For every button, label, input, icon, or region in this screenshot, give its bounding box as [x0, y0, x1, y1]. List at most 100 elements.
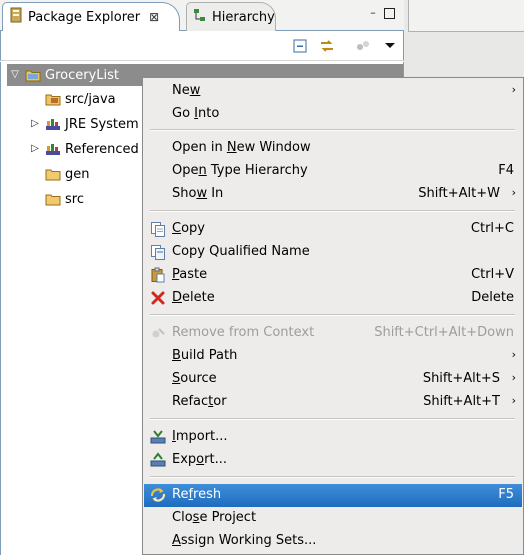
menu-item-label: Open in New Window — [172, 140, 311, 155]
submenu-arrow-icon: › — [511, 394, 516, 407]
library-icon — [45, 141, 61, 157]
menu-item-label: Build Path — [172, 348, 238, 363]
menu-separator — [150, 129, 515, 131]
link-with-editor-icon[interactable] — [319, 38, 335, 54]
menu-item-label: Assign Working Sets... — [172, 533, 317, 548]
menu-item-go-into[interactable]: Go Into — [144, 103, 522, 126]
menu-item-paste[interactable]: Paste Ctrl+V — [144, 264, 522, 287]
menu-separator — [150, 476, 515, 478]
tree-item-label: src — [65, 191, 84, 207]
tree-item-src-java[interactable]: src/java — [31, 88, 116, 110]
collapse-all-icon[interactable] — [292, 38, 308, 54]
submenu-arrow-icon: › — [511, 348, 516, 361]
editor-tab-area — [408, 0, 524, 32]
menu-item-label: Export... — [172, 452, 227, 467]
menu-item-label: Go Into — [172, 106, 220, 121]
tree-item-label: gen — [65, 166, 90, 182]
remove-context-icon — [150, 325, 166, 341]
source-folder-icon — [45, 91, 61, 107]
menu-separator — [150, 418, 515, 420]
menu-item-shortcut: Shift+Alt+W — [418, 186, 500, 201]
menu-item-refactor[interactable]: Refactor Shift+Alt+T › — [144, 391, 522, 414]
context-menu: New › Go Into Open in New Window Open Ty… — [142, 77, 524, 555]
filters-icon[interactable] — [355, 38, 371, 54]
menu-item-copy-qualified-name[interactable]: Copy Qualified Name — [144, 241, 522, 264]
twisty-collapsed-icon[interactable]: ▷ — [29, 143, 41, 155]
menu-item-import[interactable]: Import... — [144, 426, 522, 449]
menu-item-label: Copy Qualified Name — [172, 244, 310, 259]
paste-icon — [150, 267, 166, 283]
menu-item-label: Delete — [172, 290, 215, 305]
menu-item-label: Source — [172, 371, 217, 386]
library-icon — [45, 116, 61, 132]
menu-item-shortcut: F5 — [498, 487, 514, 502]
twisty-expanded-icon[interactable]: ▽ — [9, 69, 21, 81]
delete-icon — [150, 290, 166, 306]
copy-qualified-icon — [150, 244, 166, 260]
tree-item-src[interactable]: src — [45, 188, 84, 210]
tab-package-explorer[interactable]: Package Explorer ⊠ — [2, 2, 180, 31]
tree-item-label: GroceryList — [45, 67, 119, 83]
menu-item-shortcut: Shift+Alt+T — [423, 394, 500, 409]
menu-item-shortcut: F4 — [498, 163, 514, 178]
menu-item-copy[interactable]: Copy Ctrl+C — [144, 218, 522, 241]
copy-icon — [150, 221, 166, 237]
folder-icon — [45, 191, 61, 207]
menu-item-delete[interactable]: Delete Delete — [144, 287, 522, 310]
submenu-arrow-icon: › — [511, 371, 516, 384]
menu-item-label: New — [172, 83, 201, 98]
tree-item-referenced-libraries[interactable]: ▷ Referenced — [29, 138, 139, 160]
menu-item-shortcut: Shift+Alt+S — [422, 371, 500, 386]
menu-item-label: Close Project — [172, 510, 257, 525]
menu-item-remove-from-context: Remove from Context Shift+Ctrl+Alt+Down — [144, 322, 522, 345]
tab-label: Package Explorer — [28, 9, 141, 25]
menu-item-shortcut: Delete — [471, 290, 514, 305]
menu-separator — [150, 314, 515, 316]
menu-item-shortcut: Shift+Ctrl+Alt+Down — [374, 325, 514, 340]
menu-item-label: Copy — [172, 221, 205, 236]
menu-item-build-path[interactable]: Build Path › — [144, 345, 522, 368]
menu-separator — [150, 210, 515, 212]
export-icon — [150, 452, 166, 468]
project-icon — [25, 67, 41, 83]
maximize-icon[interactable] — [384, 8, 395, 19]
menu-item-close-project[interactable]: Close Project — [144, 507, 522, 530]
hierarchy-icon — [193, 8, 207, 26]
menu-item-show-in[interactable]: Show In Shift+Alt+W › — [144, 183, 522, 206]
view-tab-bar: Package Explorer ⊠ Hierarchy – — [0, 0, 404, 31]
minimize-icon[interactable]: – — [366, 7, 380, 21]
submenu-arrow-icon: › — [511, 186, 516, 199]
menu-item-label: Show In — [172, 186, 224, 201]
menu-item-source[interactable]: Source Shift+Alt+S › — [144, 368, 522, 391]
folder-icon — [45, 166, 61, 182]
menu-item-refresh[interactable]: Refresh F5 — [144, 484, 522, 507]
tree-item-jre-library[interactable]: ▷ JRE System — [29, 113, 139, 135]
tree-item-label: JRE System — [65, 116, 139, 132]
menu-item-shortcut: Ctrl+C — [470, 221, 514, 236]
tab-label: Hierarchy — [212, 9, 275, 25]
close-icon[interactable]: ⊠ — [149, 10, 159, 24]
package-explorer-icon — [9, 7, 23, 27]
submenu-arrow-icon: › — [511, 83, 516, 96]
refresh-icon — [150, 487, 166, 503]
tree-item-gen[interactable]: gen — [45, 163, 90, 185]
import-icon — [150, 429, 166, 445]
menu-item-label: Import... — [172, 429, 228, 444]
menu-item-label: Open Type Hierarchy — [172, 163, 308, 178]
twisty-collapsed-icon[interactable]: ▷ — [29, 118, 41, 130]
menu-item-shortcut: Ctrl+V — [471, 267, 514, 282]
tab-hierarchy[interactable]: Hierarchy — [186, 2, 276, 31]
menu-item-label: Refresh — [172, 487, 222, 502]
menu-item-label: Paste — [172, 267, 208, 282]
menu-item-open-type-hierarchy[interactable]: Open Type Hierarchy F4 — [144, 160, 522, 183]
tree-item-label: Referenced — [65, 141, 139, 157]
menu-item-open-in-new-window[interactable]: Open in New Window — [144, 137, 522, 160]
menu-item-label: Refactor — [172, 394, 227, 409]
menu-item-assign-working-sets[interactable]: Assign Working Sets... — [144, 530, 522, 553]
menu-item-export[interactable]: Export... — [144, 449, 522, 472]
menu-item-label: Remove from Context — [172, 325, 315, 340]
tree-item-label: src/java — [65, 91, 116, 107]
menu-item-new[interactable]: New › — [144, 80, 522, 103]
view-toolbar — [0, 31, 404, 61]
view-menu-icon[interactable] — [382, 38, 398, 54]
